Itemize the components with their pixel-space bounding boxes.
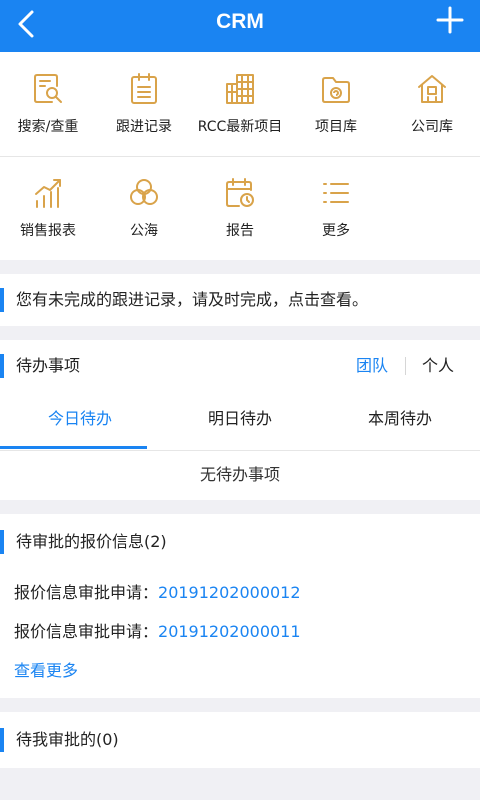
plus-icon[interactable] [434,4,466,36]
grid-item-public-pool[interactable]: 公海 [96,156,192,260]
grid-row: 销售报表 公海 报告 更多 [0,156,480,260]
bar-chart-icon [32,176,64,210]
grid-item-follow-up[interactable]: 跟进记录 [96,52,192,156]
grid-item-label: 跟进记录 [116,119,172,135]
grid-item-label: 报告 [226,223,254,239]
company-house-icon [416,72,448,106]
app-header: CRM [0,0,480,52]
notice-text: 您有未完成的跟进记录，请及时完成，点击查看。 [16,290,369,309]
grid-item-label: 项目库 [315,119,357,135]
section-accent-bar [0,288,4,312]
folder-icon [320,72,352,106]
grid-item-project-library[interactable]: 项目库 [288,52,384,156]
quote-row-number[interactable]: 20191202000011 [158,622,301,641]
quote-section-title: 待审批的报价信息(2) [16,532,167,551]
grid-item-report[interactable]: 报告 [192,156,288,260]
calendar-clock-icon [224,176,256,210]
section-accent-bar [0,530,4,554]
tab-today[interactable]: 今日待办 [0,392,160,450]
clipboard-list-icon [128,72,160,106]
grid-row: 搜索/查重 跟进记录 RCC最新项目 项目库 公司库 [0,52,480,157]
pending-my-approval-section[interactable]: 待我审批的(0) [0,712,480,768]
my-approval-title: 待我审批的(0) [16,730,119,749]
function-grid: 搜索/查重 跟进记录 RCC最新项目 项目库 公司库 销售报表 公海 报告 更多 [0,52,480,260]
search-document-icon [32,72,64,106]
section-accent-bar [0,354,4,378]
list-icon [320,176,352,210]
quote-row[interactable]: 报价信息审批申请：20191202000011 [14,620,301,644]
todo-section: 待办事项 团队 个人 今日待办 明日待办 本周待办 无待办事项 [0,340,480,500]
grid-item-label: 搜索/查重 [17,119,79,135]
grid-item-label: 公司库 [411,119,453,135]
grid-item-label: 销售报表 [20,223,76,239]
quote-row-number[interactable]: 20191202000012 [158,583,301,602]
buildings-icon [224,72,256,106]
grid-item-label: 公海 [130,223,158,239]
section-accent-bar [0,728,4,752]
grid-item-sales-report[interactable]: 销售报表 [0,156,96,260]
team-toggle[interactable]: 团队 [356,340,388,392]
tab-tomorrow[interactable]: 明日待办 [160,392,320,450]
grid-item-label: RCC最新项目 [197,119,283,135]
active-tab-indicator [0,446,147,449]
todo-title: 待办事项 [16,356,81,375]
grid-item-company-library[interactable]: 公司库 [384,52,480,156]
quote-row[interactable]: 报价信息审批申请：20191202000012 [14,581,301,605]
cloud-icon [128,176,160,210]
personal-toggle[interactable]: 个人 [422,340,454,392]
grid-item-label: 更多 [322,223,350,239]
todo-tabs: 今日待办 明日待办 本周待办 [0,392,480,451]
quote-row-label: 报价信息审批申请： [14,622,159,641]
grid-item-rcc-projects[interactable]: RCC最新项目 [192,52,288,156]
view-more-link[interactable]: 查看更多 [14,659,78,683]
toggle-divider [405,357,406,375]
todo-empty-state: 无待办事项 [199,465,280,484]
grid-item-search[interactable]: 搜索/查重 [0,52,96,156]
pending-quote-section: 待审批的报价信息(2) 报价信息审批申请：20191202000012 报价信息… [0,514,480,698]
quote-row-label: 报价信息审批申请： [14,583,159,602]
grid-item-more[interactable]: 更多 [288,156,384,260]
follow-up-notice[interactable]: 您有未完成的跟进记录，请及时完成，点击查看。 [0,274,480,326]
tab-this-week[interactable]: 本周待办 [320,392,480,450]
page-title: CRM [216,10,264,33]
